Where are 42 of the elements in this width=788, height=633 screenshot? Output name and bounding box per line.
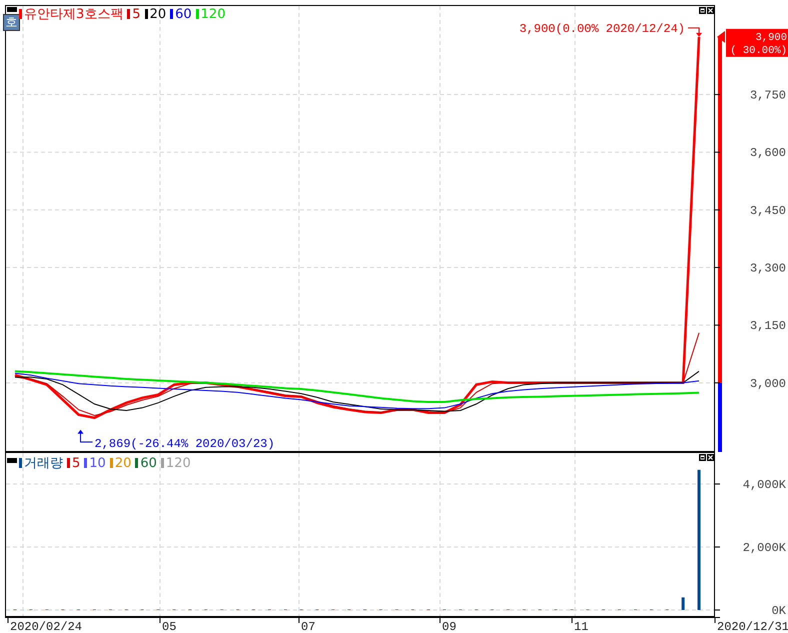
axis-label: 07 — [301, 620, 316, 633]
legend-label: 거래량 — [24, 455, 63, 472]
panel-icon — [7, 7, 17, 12]
panel-icon — [7, 458, 17, 463]
pointer-icon — [717, 30, 725, 43]
axis-label: 3,750 — [750, 88, 786, 103]
axis-label: 05 — [162, 620, 176, 633]
close-icon[interactable] — [707, 7, 714, 14]
leader-line — [688, 27, 702, 37]
price-change: ( 30.00%) — [730, 44, 787, 57]
maximize-icon[interactable] — [699, 7, 706, 14]
low-annotation: 2,869(-26.44% 2020/03/23) — [94, 437, 275, 451]
axis-label: 3,300 — [750, 262, 786, 276]
axis-label: 3,000 — [750, 376, 786, 391]
axis-label: 2,000K — [742, 541, 786, 555]
axis-label: 3,600 — [750, 146, 786, 160]
axis-label: 09 — [442, 620, 456, 633]
axis-label: 11 — [574, 620, 588, 633]
axis-label: 2020/12/31 — [717, 620, 788, 633]
volume-bar — [682, 597, 685, 610]
axis-label: 3,450 — [750, 204, 786, 218]
chart-type-badge[interactable]: 호 — [3, 14, 20, 31]
legend-label: 5 — [132, 6, 141, 22]
current-price: 3,900 — [755, 32, 787, 44]
leader-line — [78, 430, 94, 442]
axis-label: 3,150 — [750, 319, 786, 334]
legend-label: 5 — [72, 456, 80, 470]
legend-label: 유안타제3호스팩 — [24, 6, 124, 23]
legend-label: 60 — [175, 6, 192, 22]
legend-label: 60 — [140, 456, 157, 470]
maximize-icon[interactable] — [699, 454, 706, 461]
axis-label: 4,000K — [742, 478, 786, 492]
axis-label: 0K — [772, 604, 786, 617]
axis-label: 2020/02/24 — [10, 620, 82, 633]
current-price-label — [726, 28, 788, 57]
legend-label: 120 — [166, 456, 191, 470]
high-annotation: 3,900(0.00% 2020/12/24) — [519, 22, 685, 36]
legend-label: 20 — [150, 6, 166, 22]
legend-label: 20 — [114, 456, 132, 470]
close-icon[interactable] — [707, 454, 714, 461]
legend-label: 120 — [200, 6, 226, 22]
legend-label: 10 — [89, 456, 106, 470]
